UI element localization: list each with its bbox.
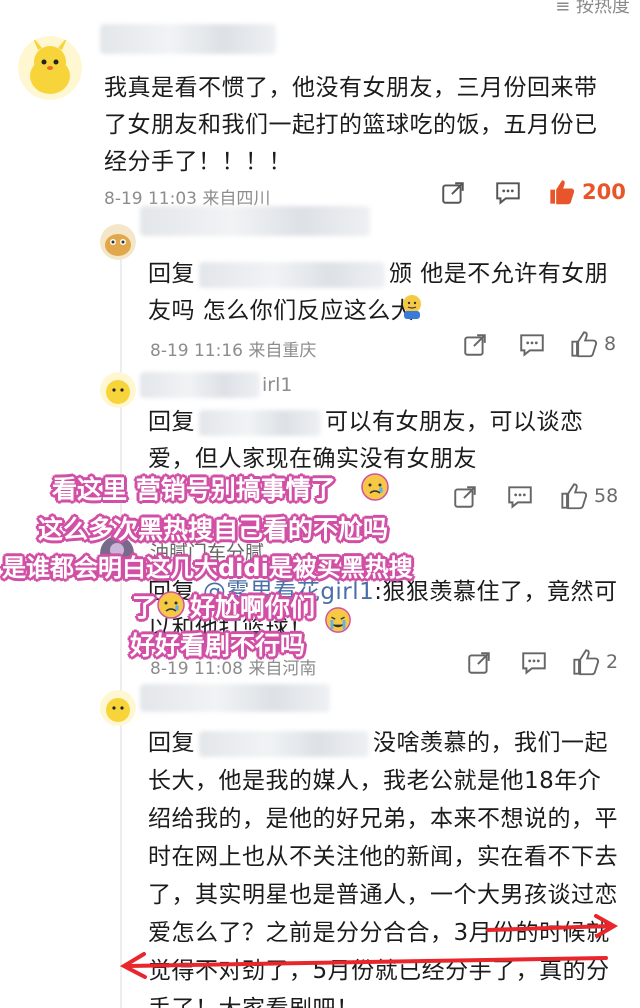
reply-meta: 8-19 11:16 来自重庆 bbox=[150, 341, 317, 361]
shrug-emoji-icon bbox=[398, 292, 426, 320]
reply-text: 回复 可以有女朋友，可以谈恋爱，但人家现在确实没有女朋友 bbox=[148, 409, 584, 472]
like-count: 200 bbox=[582, 180, 626, 204]
crying-emoji-icon bbox=[360, 472, 390, 502]
like-count: 58 bbox=[594, 485, 619, 507]
share-icon bbox=[442, 182, 464, 204]
reply-avatar[interactable] bbox=[100, 690, 136, 726]
overlay-caption: 看这里 营销号别搞事情了 bbox=[52, 475, 336, 504]
main-comment-text: 我真是看不惯了，他没有女朋友，三月份回来带了女朋友和我们一起打的篮球吃的饭，五月… bbox=[104, 75, 598, 175]
reply-text: 回复颁 他是不允许有女朋友吗 怎么你们反应这么大 bbox=[148, 261, 609, 324]
reply-avatar[interactable] bbox=[100, 372, 136, 408]
reply-text: 回复 没啥羡慕的，我们一起长大，他是我的媒人，我老公就是他18年介绍给我的，是他的… bbox=[148, 730, 618, 1008]
comment-button[interactable] bbox=[520, 650, 548, 676]
overlay-caption: 好好看剧不行吗 bbox=[130, 631, 306, 660]
overlay-caption: 这么多次黑热搜自己看的不尬吗 bbox=[38, 515, 389, 544]
comment-icon bbox=[508, 486, 532, 509]
thumbs-up-icon bbox=[561, 483, 588, 510]
overlay-caption: 好尬啊你们 bbox=[190, 593, 316, 622]
comment-icon bbox=[522, 652, 546, 675]
like-button[interactable]: 8 bbox=[570, 330, 616, 358]
username-redacted bbox=[140, 372, 260, 398]
like-button[interactable]: 58 bbox=[560, 482, 618, 510]
like-button[interactable]: 200 bbox=[548, 178, 626, 206]
overlay-caption: 是谁都会明白这几大didi是被买黑热搜 bbox=[2, 554, 413, 582]
commenter-avatar[interactable] bbox=[18, 36, 82, 100]
share-icon bbox=[454, 486, 476, 508]
like-count: 8 bbox=[604, 333, 617, 355]
share-button[interactable] bbox=[466, 650, 492, 676]
reply-username-tail: irl1 bbox=[262, 374, 293, 396]
reply-thread-line bbox=[120, 244, 122, 1008]
share-icon bbox=[464, 334, 486, 356]
share-button[interactable] bbox=[462, 332, 488, 358]
share-button[interactable] bbox=[440, 180, 466, 206]
thumbs-up-icon bbox=[550, 180, 575, 205]
comment-button[interactable] bbox=[518, 332, 546, 358]
crying-emoji-icon bbox=[156, 590, 186, 620]
username-redacted bbox=[100, 24, 276, 54]
comment-icon bbox=[520, 334, 544, 357]
sort-by-hot-label[interactable]: ≡ 按热度 bbox=[555, 0, 630, 18]
username-redacted bbox=[140, 206, 370, 236]
share-icon bbox=[468, 652, 490, 674]
reply-avatar[interactable] bbox=[100, 224, 136, 260]
comment-button[interactable] bbox=[506, 484, 534, 510]
sob-emoji-icon bbox=[324, 606, 352, 634]
like-count: 2 bbox=[606, 651, 619, 673]
comment-icon bbox=[496, 182, 520, 205]
username-redacted bbox=[140, 684, 330, 712]
comment-button[interactable] bbox=[494, 180, 522, 206]
overlay-caption: 了 bbox=[132, 593, 158, 622]
thumbs-up-icon bbox=[573, 649, 600, 676]
share-button[interactable] bbox=[452, 484, 478, 510]
like-button[interactable]: 2 bbox=[572, 648, 618, 676]
thumbs-up-icon bbox=[571, 331, 598, 358]
annotation-arrowhead-left bbox=[119, 952, 147, 979]
